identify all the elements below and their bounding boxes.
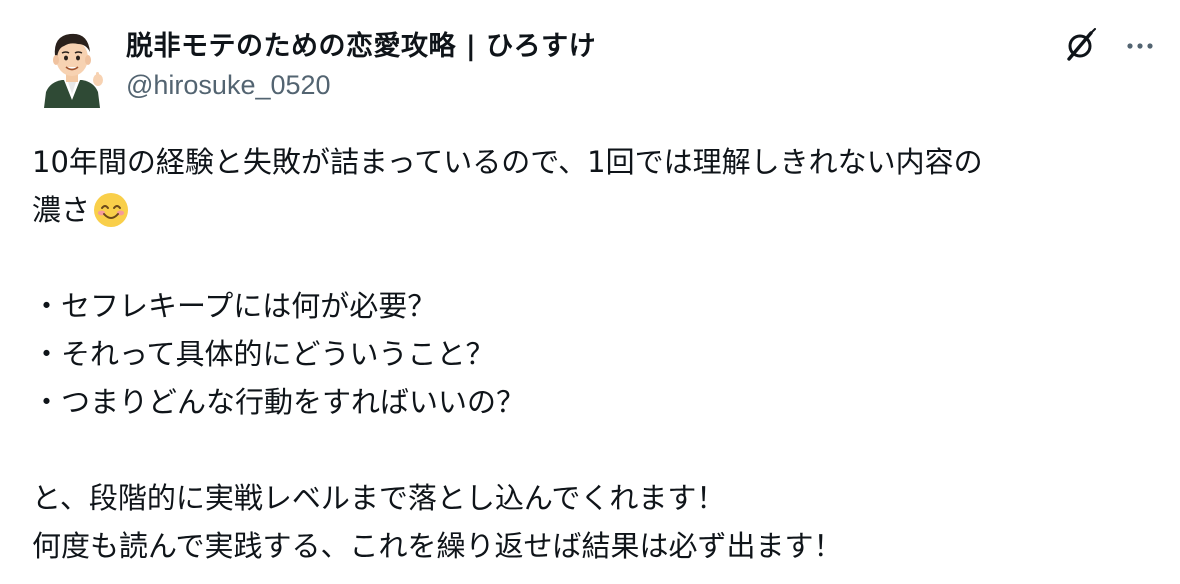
smiling-face-emoji-icon xyxy=(92,191,130,243)
post-card: 脱非モテのための恋愛攻略 | ひろすけ @hirosuke_0520 10年間の… xyxy=(0,0,1180,584)
author-handle[interactable]: @hirosuke_0520 xyxy=(126,68,1026,102)
grok-icon xyxy=(1067,28,1096,61)
post-line: 何度も読んで実践する、これを繰り返せば結果は必ず出ます！ xyxy=(32,529,843,563)
more-horizontal-icon xyxy=(1127,43,1153,49)
post-line: 濃さ xyxy=(32,193,91,227)
post-line: ・それって具体的にどういうこと？ xyxy=(32,337,495,371)
grok-button[interactable] xyxy=(1060,26,1100,66)
post-line: ・つまりどんな行動をすればいいの？ xyxy=(32,385,526,419)
post-line-with-emoji: 濃さ xyxy=(32,186,1152,234)
post-line: ・セフレキープには何が必要？ xyxy=(32,289,437,323)
post-text: 10年間の経験と失敗が詰まっているので、1回では理解しきれない内容の 濃さ ・セ… xyxy=(32,138,1152,570)
post-line: 10年間の経験と失敗が詰まっているので、1回では理解しきれない内容の xyxy=(32,145,983,179)
author-display-name[interactable]: 脱非モテのための恋愛攻略 | ひろすけ xyxy=(126,30,1026,64)
avatar[interactable] xyxy=(36,22,108,108)
post-line: と、段階的に実戦レベルまで落とし込んでくれます！ xyxy=(32,481,726,515)
post-actions xyxy=(1060,26,1160,66)
more-button[interactable] xyxy=(1120,26,1160,66)
author-block: 脱非モテのための恋愛攻略 | ひろすけ @hirosuke_0520 xyxy=(126,30,1026,102)
cartoon-man-avatar-icon xyxy=(44,33,103,108)
